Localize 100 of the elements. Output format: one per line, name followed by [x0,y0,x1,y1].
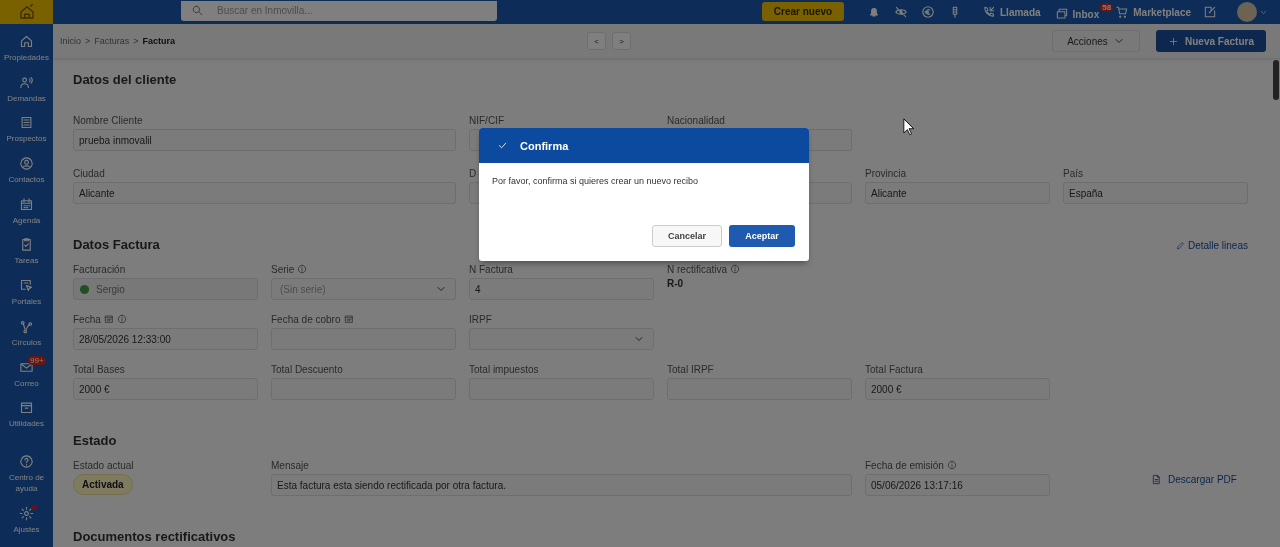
sidebar-item[interactable]: Propiedades [0,30,53,71]
field-label: País [1063,167,1083,179]
top-link[interactable]: Inbox 58 [1054,3,1114,21]
calendar-icon[interactable] [103,314,114,324]
input-field[interactable]: Alicante [73,182,456,204]
info-icon[interactable] [297,264,308,274]
box-icon [19,400,34,416]
input-field[interactable]: 2000 € [865,378,1050,400]
sidebar-item[interactable]: Contactos [0,152,53,193]
chat-icon [1054,7,1069,21]
field-label: Total Descuento [271,363,343,375]
field-label: Nacionalidad [667,114,725,126]
network-icon [19,318,34,334]
pager-button[interactable]: > [612,32,631,50]
scrollbar-thumb[interactable] [1273,60,1279,100]
logo-tile[interactable] [0,0,53,24]
eye-off-icon[interactable] [894,5,908,19]
list-icon [19,115,34,131]
field-value: R-0 [667,278,685,289]
field-label: NIF/CIF [469,114,504,126]
field-label: Serie [271,263,295,275]
actions-dropdown[interactable]: Acciones [1052,30,1140,52]
input-field[interactable]: 4 [469,278,654,300]
field-label: D [469,167,477,179]
field-label: Total Bases [73,363,125,375]
pager-button[interactable]: < [587,32,606,50]
field-label: Total Factura [865,363,923,375]
document-icon [1151,474,1162,485]
field-label: Mensaje [271,459,309,471]
person-waves-icon [19,74,34,90]
sidebar-item[interactable]: Centro de ayuda [0,450,53,503]
clipboard-check-icon [19,237,34,253]
breadcrumb-link[interactable]: Factura [142,36,176,46]
sidebar-item[interactable]: Prospectos [0,111,53,153]
bell-icon[interactable] [867,5,881,19]
search-icon [191,4,204,17]
info-icon[interactable] [116,314,127,324]
home-icon [19,34,34,49]
check-circle-icon [79,283,90,295]
field-label: Nombre Cliente [73,114,143,126]
create-new-button[interactable]: Crear nuevo [762,1,844,21]
cancel-button[interactable]: Cancelar [652,225,722,247]
field-label: Fecha de emisión [865,459,944,471]
contact-icon [19,156,34,172]
download-link[interactable]: Descargar PDF [1063,474,1248,485]
sidebar-item[interactable]: Tareas [0,233,53,275]
field-label: Ciudad [73,167,105,179]
input-field[interactable]: España [1063,182,1248,204]
field-label: IRPF [469,313,492,325]
section-heading: Datos Factura [73,237,160,253]
breadcrumb-link[interactable]: Inicio [60,36,81,46]
dialog-title: Confirma [520,139,569,152]
help-icon [19,454,34,470]
field-label: Fecha [73,313,101,325]
info-icon[interactable] [946,460,957,470]
sidebar-item[interactable]: Agenda [0,192,53,234]
info-icon[interactable] [730,264,740,274]
input-field[interactable]: Alicante [865,182,1050,204]
count-badge: 99+ [28,355,46,365]
cursor-icon [903,118,915,136]
input-field[interactable]: 05/06/2026 13:17:16 [865,474,1050,496]
accept-button[interactable]: Aceptar [729,225,795,247]
calendar-icon[interactable] [343,314,354,324]
top-link[interactable]: Marketplace [1115,5,1192,19]
sidebar-item[interactable]: Portales [0,274,53,315]
input-field[interactable]: prueba inmovalil [73,129,456,151]
input-field[interactable]: 2000 € [73,378,258,400]
select-field[interactable] [469,328,654,350]
sidebar-item[interactable]: Demandas [0,70,53,112]
avatar[interactable] [1237,2,1258,22]
field-label: Facturación [73,263,126,275]
breadcrumb-link[interactable]: Facturas [94,36,130,46]
input-field[interactable]: Esta factura esta siendo rectificada por otra factura. [271,474,852,496]
status-badge: Activada [73,474,133,495]
phone-icon [982,5,996,19]
section-heading: Estado [73,433,117,449]
sidebar-item[interactable]: Utilidades [0,396,53,437]
check-icon [497,140,508,151]
field-label: Total impuestos [469,363,539,375]
settings-icon [19,506,34,522]
new-invoice-button[interactable]: Nueva Factura [1156,30,1266,52]
cart-icon [1115,5,1130,19]
house-icon [17,3,36,21]
section-heading: Datos del cliente [73,72,177,88]
input-field[interactable]: 28/05/2026 12:33:00 [73,328,258,350]
field-label: Total IRPF [667,363,714,375]
pointer-window-icon [19,278,34,294]
plus-icon [1168,35,1180,47]
field-label: N Factura [469,263,513,275]
sidebar-item[interactable]: Ajustes [0,502,53,543]
euro-icon[interactable] [921,5,935,19]
breadcrumb-separator: > [85,36,91,46]
dialog-message: Por favor, confirma si quieres crear un nuevo recibo [492,176,700,186]
sidebar-item[interactable]: Círculos [0,314,53,356]
field-label: Fecha de cobro [271,313,341,325]
field-label: Provincia [865,167,907,179]
calendar-icon [19,196,34,212]
top-link[interactable]: Llamada [982,5,1041,19]
edit-lines-link[interactable]: Detalle lineas [1175,239,1248,251]
sidebar-item[interactable]: 99+ Correo [0,355,53,397]
